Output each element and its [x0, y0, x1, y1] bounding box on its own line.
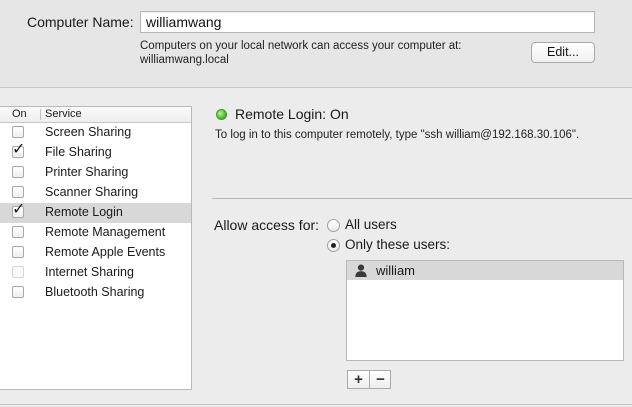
add-user-button[interactable]: + — [348, 371, 370, 388]
users-list: william — [346, 260, 624, 361]
header-on: On — [12, 108, 27, 120]
local-hostname: williamwang.local — [140, 54, 229, 66]
computer-name-field[interactable] — [140, 11, 595, 33]
service-label: Scanner Sharing — [45, 185, 139, 199]
divider — [212, 198, 632, 199]
service-row-screen-sharing[interactable]: Screen Sharing — [0, 123, 191, 143]
service-label: Remote Management — [45, 225, 166, 239]
header-service: Service — [45, 108, 82, 120]
service-row-bluetooth-sharing[interactable]: Bluetooth Sharing — [0, 283, 191, 303]
service-row-remote-login[interactable]: ✓ Remote Login — [0, 201, 191, 223]
service-label: Screen Sharing — [45, 125, 132, 139]
service-label: Remote Apple Events — [45, 245, 166, 259]
computer-name-label: Computer Name: — [27, 14, 134, 30]
service-label: Printer Sharing — [45, 165, 129, 179]
service-label: Remote Login — [45, 205, 123, 219]
service-label: File Sharing — [45, 145, 112, 159]
checkmark-icon: ✓ — [12, 141, 26, 158]
service-checkbox — [12, 266, 24, 278]
user-row[interactable]: william — [347, 261, 623, 280]
edit-button[interactable]: Edit... — [531, 42, 595, 63]
only-these-users-radio[interactable] — [327, 239, 340, 252]
service-row-scanner-sharing[interactable]: Scanner Sharing — [0, 183, 191, 203]
computer-name-section: Computer Name: Computers on your local n… — [0, 0, 632, 88]
only-these-users-label[interactable]: Only these users: — [345, 237, 450, 252]
all-users-radio[interactable] — [327, 219, 340, 232]
service-row-remote-apple-events[interactable]: Remote Apple Events — [0, 243, 191, 263]
service-checkbox[interactable]: ✓ — [12, 201, 25, 218]
service-row-internet-sharing[interactable]: Internet Sharing — [0, 263, 191, 283]
bottom-divider — [0, 404, 632, 405]
add-remove-control: + − — [347, 370, 391, 389]
allow-access-label: Allow access for: — [214, 217, 320, 233]
service-row-printer-sharing[interactable]: Printer Sharing — [0, 163, 191, 183]
service-label: Internet Sharing — [45, 265, 134, 279]
remove-user-button[interactable]: − — [370, 371, 391, 388]
checkmark-icon: ✓ — [12, 201, 26, 218]
header-divider — [40, 109, 41, 120]
service-checkbox[interactable] — [12, 186, 24, 198]
service-row-remote-management[interactable]: Remote Management — [0, 223, 191, 243]
user-name: william — [376, 263, 415, 278]
service-list-header: On Service — [0, 107, 191, 123]
service-checkbox[interactable] — [12, 286, 24, 298]
service-checkbox[interactable]: ✓ — [12, 141, 25, 158]
service-list: On Service Screen Sharing ✓ File Sharing… — [0, 106, 192, 390]
service-checkbox[interactable] — [12, 126, 24, 138]
radio-dot-icon — [331, 243, 336, 248]
service-row-file-sharing[interactable]: ✓ File Sharing — [0, 141, 191, 163]
all-users-label[interactable]: All users — [345, 217, 397, 232]
service-checkbox[interactable] — [12, 246, 24, 258]
service-checkbox[interactable] — [12, 166, 24, 178]
service-label: Bluetooth Sharing — [45, 285, 145, 299]
network-address-info: Computers on your local network can acce… — [140, 39, 462, 67]
network-info-text: Computers on your local network can acce… — [140, 40, 462, 52]
status-indicator-icon — [216, 109, 227, 120]
service-checkbox[interactable] — [12, 226, 24, 238]
status-title: Remote Login: On — [235, 106, 349, 122]
user-icon — [355, 264, 367, 277]
status-description: To log in to this computer remotely, typ… — [215, 129, 580, 141]
